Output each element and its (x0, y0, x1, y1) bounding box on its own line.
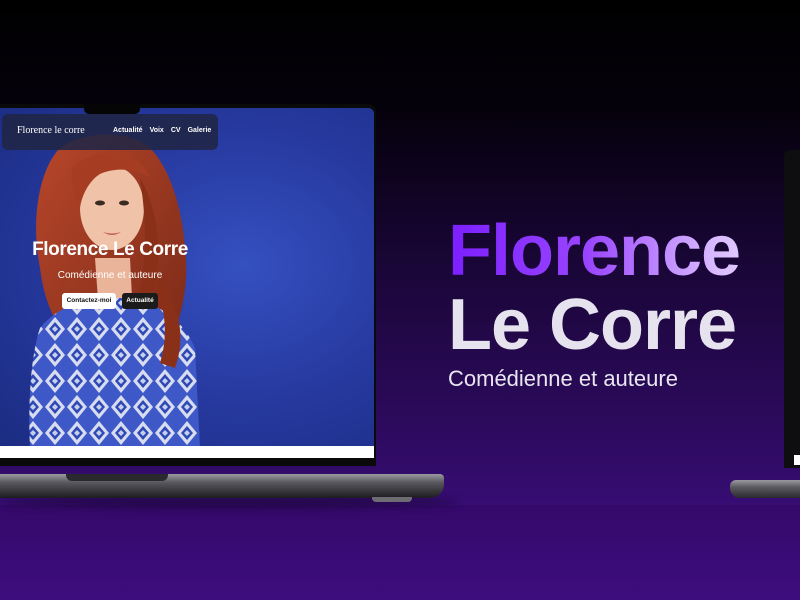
laptop-base-right (730, 480, 800, 498)
nav-link-cv[interactable]: CV (171, 127, 181, 134)
contact-button[interactable]: Contactez-moi (62, 293, 116, 309)
nav-link-actualite[interactable]: Actualité (113, 127, 143, 134)
hero-title: Florence Le Corre (32, 239, 188, 260)
laptop-notch (84, 104, 140, 114)
nav-link-galerie[interactable]: Galerie (188, 127, 212, 134)
laptop-foot (372, 497, 412, 502)
floor-surface (0, 505, 800, 600)
hero-subtitle: Comédienne et auteure (57, 270, 163, 281)
laptop-screen-right (794, 455, 800, 465)
laptop-screen: Florence le corre Actualité Voix CV Gale… (0, 108, 374, 458)
laptop-base-notch (66, 474, 168, 481)
site-brand[interactable]: Florence le corre (17, 125, 85, 136)
headline-last-name: Le Corre (448, 285, 737, 365)
nav-links: Actualité Voix CV Galerie (113, 127, 211, 134)
headline-subtitle: Comédienne et auteure (448, 366, 678, 391)
nav-link-voix[interactable]: Voix (150, 127, 164, 134)
laptop-mockup-left: Florence le corre Actualité Voix CV Gale… (0, 0, 460, 510)
headline-block: Florence Le Corre Comédienne et auteure (448, 214, 798, 392)
headline-first-name: Florence (448, 214, 798, 288)
actualite-button[interactable]: Actualité (122, 293, 158, 309)
site-navbar: Florence le corre Actualité Voix CV Gale… (2, 114, 218, 150)
page-next-section (0, 446, 374, 458)
